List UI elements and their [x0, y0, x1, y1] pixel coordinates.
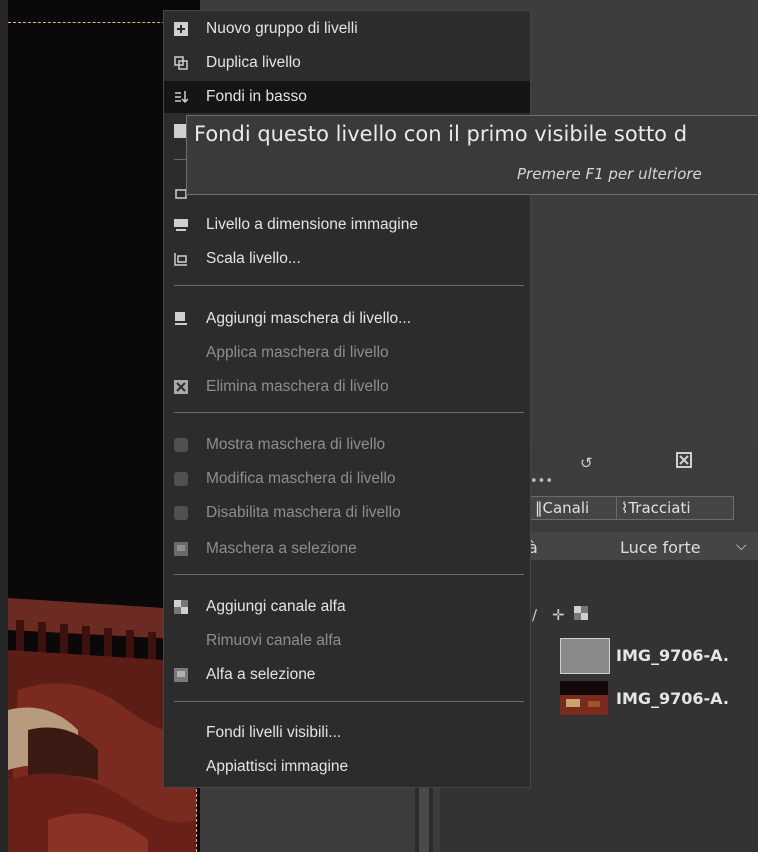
menu-item-disable-layer-mask[interactable]: Disabilita maschera di livello: [164, 497, 530, 529]
layer-thumbnail: [560, 681, 608, 715]
menu-item-show-layer-mask[interactable]: Mostra maschera di livello: [164, 429, 530, 461]
menu-item-new-layer-group[interactable]: Nuovo gruppo di livelli: [164, 13, 530, 45]
menu-item-remove-alpha-channel[interactable]: Rimuovi canale alfa: [164, 625, 530, 657]
menu-separator: [174, 285, 524, 286]
menu-item-add-alpha-channel[interactable]: Aggiungi canale alfa: [164, 591, 530, 623]
scale-layer-icon: [174, 252, 188, 266]
menu-separator: [174, 412, 524, 413]
tooltip-text: Fondi questo livello con il primo visibi…: [194, 122, 688, 146]
menu-item-flatten-image[interactable]: Appiattisci immagine: [164, 751, 530, 783]
tooltip-help-hint: Premere F1 per ulteriore: [517, 165, 702, 183]
add-layer-mask-icon: [174, 312, 188, 326]
menu-item-merge-visible-layers[interactable]: Fondi livelli visibili...: [164, 717, 530, 749]
delete-layer-mask-icon: [174, 380, 188, 394]
menu-item-duplicate-layer[interactable]: Duplica livello: [164, 47, 530, 79]
menu-item-merge-down[interactable]: Fondi in basso: [164, 81, 530, 113]
menu-item-delete-layer-mask[interactable]: Elimina maschera di livello: [164, 371, 530, 403]
lock-alpha-icon[interactable]: [574, 606, 588, 624]
panel-grip[interactable]: •••: [530, 474, 553, 489]
layer-to-image-size-icon: [174, 218, 188, 232]
merge-down-icon: [174, 90, 188, 104]
layer-name[interactable]: IMG_9706-A.: [616, 689, 729, 708]
menu-separator: [174, 574, 524, 575]
checkbox-icon: [174, 506, 188, 520]
chevron-down-icon[interactable]: ⌵: [736, 538, 747, 554]
lock-position-icon[interactable]: ✛: [552, 606, 565, 624]
gimp-window: ↺ ••• ‖Canali ⌇Tracciati à Luce forte ⌵ …: [0, 0, 758, 852]
new-layer-group-icon: [174, 22, 188, 36]
menu-tooltip: Fondi questo livello con il primo visibi…: [186, 115, 758, 195]
add-alpha-channel-icon: [174, 600, 188, 614]
menu-item-apply-layer-mask[interactable]: Applica maschera di livello: [164, 337, 530, 369]
clear-icon[interactable]: [676, 452, 692, 472]
layer-mode-select[interactable]: Luce forte: [620, 538, 701, 557]
mask-to-selection-icon: [174, 542, 188, 556]
alpha-to-selection-icon: [174, 668, 188, 682]
menu-item-edit-layer-mask[interactable]: Modifica maschera di livello: [164, 463, 530, 495]
tab-paths[interactable]: ⌇Tracciati: [616, 496, 734, 520]
layer-name[interactable]: IMG_9706-A.: [616, 646, 729, 665]
checkbox-icon: [174, 472, 188, 486]
checkbox-icon: [174, 438, 188, 452]
canvas-gutter: [0, 0, 8, 852]
menu-item-alpha-to-selection[interactable]: Alfa a selezione: [164, 659, 530, 691]
menu-item-scale-layer[interactable]: Scala livello...: [164, 243, 530, 275]
layer-thumbnail: [560, 638, 610, 674]
channels-icon: ‖: [535, 499, 543, 517]
menu-item-mask-to-selection[interactable]: Maschera a selezione: [164, 533, 530, 565]
menu-item-add-layer-mask[interactable]: Aggiungi maschera di livello...: [164, 303, 530, 335]
undo-icon[interactable]: ↺: [580, 454, 593, 472]
menu-item-layer-to-image-size[interactable]: Livello a dimensione immagine: [164, 209, 530, 241]
tab-channels[interactable]: ‖Canali: [530, 496, 620, 520]
lock-pixels-icon[interactable]: ∕: [532, 606, 537, 624]
menu-separator: [174, 701, 524, 702]
duplicate-layer-icon: [174, 56, 188, 70]
